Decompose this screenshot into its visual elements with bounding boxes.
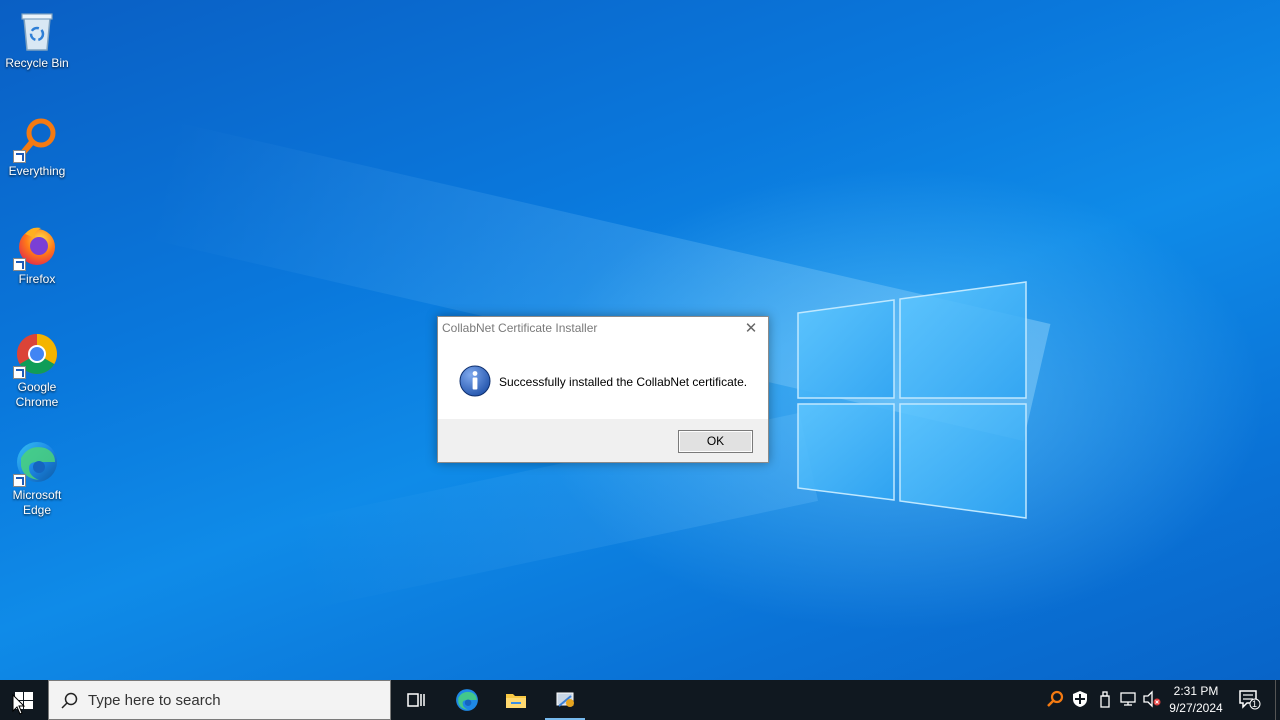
taskbar-search-box[interactable]: Type here to search (48, 680, 391, 720)
dialog-button-bar: OK (438, 419, 768, 462)
desktop-icon-label: Firefox (18, 272, 56, 286)
taskbar: Type here to search 2:31 PM 9/27/2024 1 (0, 680, 1280, 720)
message-dialog: CollabNet Certificate Installer ✕ Succes… (437, 316, 769, 463)
desktop-icon-label: Microsoft Edge (12, 488, 62, 517)
notification-count-badge: 1 (1252, 699, 1258, 709)
dialog-message: Successfully installed the CollabNet cer… (499, 375, 748, 389)
taskbar-app-certificate-installer[interactable] (541, 680, 589, 720)
network-icon[interactable] (1119, 690, 1137, 708)
defender-shield-icon[interactable] (1071, 690, 1089, 708)
edge-icon (456, 689, 478, 711)
shortcut-arrow-icon (13, 258, 26, 271)
windows-logo-wallpaper (797, 281, 1027, 519)
desktop-icon-chrome[interactable]: Google Chrome (2, 332, 72, 410)
clock-date: 9/27/2024 (1169, 701, 1223, 715)
information-icon (459, 365, 491, 397)
notification-icon (1239, 690, 1261, 710)
search-placeholder: Type here to search (88, 692, 221, 709)
desktop-background: Recycle Bin Everything Firefox Google Ch… (0, 0, 1280, 680)
close-icon: ✕ (744, 320, 758, 337)
desktop-icon-label: Google Chrome (15, 380, 59, 409)
shortcut-arrow-icon (13, 150, 26, 163)
task-view-icon (407, 693, 425, 707)
shortcut-arrow-icon (13, 474, 26, 487)
clock-time: 2:31 PM (1173, 684, 1219, 698)
task-view-button[interactable] (392, 680, 440, 720)
desktop-icon-recycle-bin[interactable]: Recycle Bin (2, 8, 72, 71)
desktop-icon-edge[interactable]: Microsoft Edge (2, 440, 72, 518)
mouse-cursor-icon (12, 694, 26, 715)
volume-muted-icon[interactable] (1142, 690, 1162, 708)
close-button[interactable]: ✕ (740, 319, 762, 339)
show-desktop-button[interactable] (1275, 680, 1280, 720)
taskbar-app-edge[interactable] (443, 680, 491, 720)
file-explorer-icon (506, 694, 526, 708)
recycle-bin-icon (21, 13, 53, 51)
action-center-button[interactable]: 1 (1234, 680, 1264, 720)
desktop-icon-everything[interactable]: Everything (2, 116, 72, 179)
everything-tray-icon[interactable] (1046, 690, 1064, 708)
certificate-installer-icon (556, 692, 574, 707)
system-clock[interactable]: 2:31 PM 9/27/2024 (1162, 683, 1230, 717)
taskbar-app-file-explorer[interactable] (492, 680, 540, 720)
search-icon (61, 692, 78, 709)
shortcut-arrow-icon (13, 366, 26, 379)
desktop-icon-label: Recycle Bin (5, 56, 69, 70)
desktop-icon-firefox[interactable]: Firefox (2, 224, 72, 287)
dialog-title: CollabNet Certificate Installer (442, 321, 598, 335)
desktop-icon-label: Everything (8, 164, 66, 178)
usb-icon[interactable] (1096, 690, 1114, 708)
ok-button[interactable]: OK (678, 430, 753, 453)
